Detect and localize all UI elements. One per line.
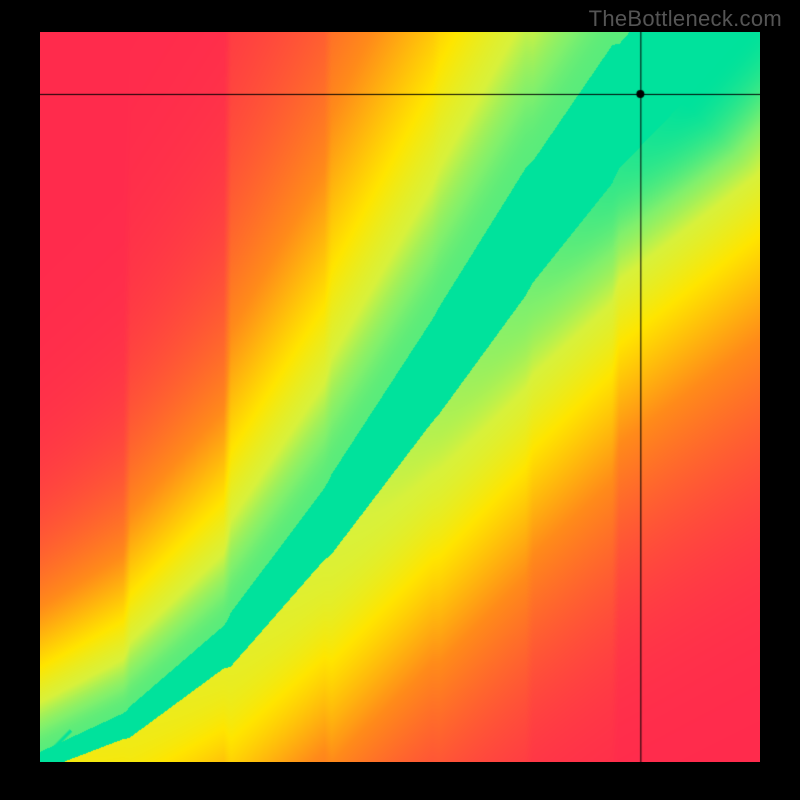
heatmap-canvas <box>40 32 760 762</box>
watermark-text: TheBottleneck.com <box>589 6 782 32</box>
chart-frame: TheBottleneck.com <box>0 0 800 800</box>
